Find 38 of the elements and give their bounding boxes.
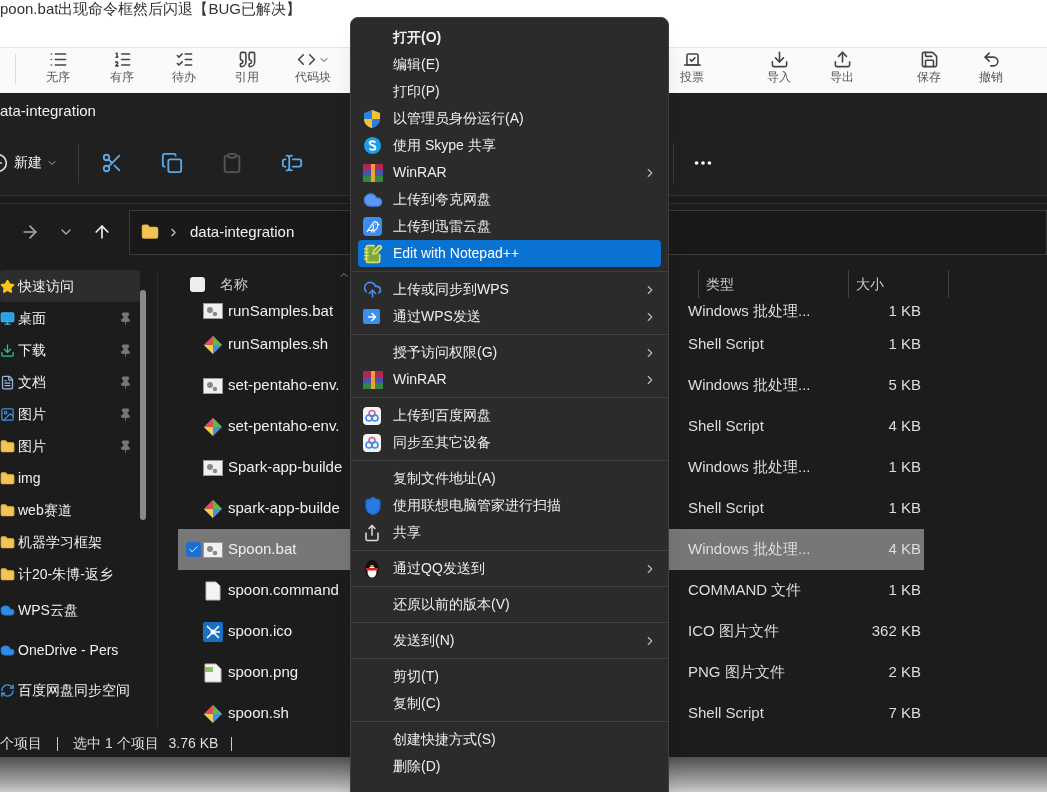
file-type: Shell Script	[688, 416, 765, 437]
status-text: 选中 1 个项目	[73, 734, 159, 753]
file-type: Shell Script	[688, 498, 765, 519]
file-name: spoon.ico	[228, 621, 293, 642]
file-size: 1 KB	[887, 498, 921, 519]
article-title: poon.bat出现命令框然后闪退【BUG已解决】	[0, 0, 301, 18]
status-text: 个项目	[0, 734, 42, 753]
file-type: Windows 批处理...	[688, 457, 812, 478]
file-type: Shell Script	[688, 334, 765, 355]
file-name: Spoon.bat	[228, 539, 297, 560]
file-name: set-pentaho-env.	[228, 416, 340, 437]
file-name: runSamples.sh	[228, 334, 329, 355]
file-size: 362 KB	[870, 621, 921, 642]
file-name: spoon.sh	[228, 703, 289, 724]
file-size: 7 KB	[887, 703, 921, 724]
file-type: ICO 图片文件	[688, 621, 780, 642]
file-type: Windows 批处理...	[688, 375, 812, 396]
file-size: 5 KB	[887, 375, 921, 396]
file-size: 2 KB	[887, 662, 921, 683]
file-size: 4 KB	[887, 416, 921, 437]
file-size: 1 KB	[887, 334, 921, 355]
file-size: 1 KB	[887, 457, 921, 478]
status-text: 3.76 KB	[168, 734, 219, 753]
file-size: 1 KB	[887, 300, 921, 321]
file-name: set-pentaho-env.	[228, 375, 340, 396]
file-name: runSamples.bat	[228, 300, 334, 321]
file-name: spoon.png	[228, 662, 299, 683]
file-type: Windows 批处理...	[688, 300, 812, 321]
file-type: Windows 批处理...	[688, 539, 812, 560]
file-name: spark-app-builde	[228, 498, 340, 519]
file-size: 4 KB	[887, 539, 921, 560]
file-name: spoon.command	[228, 580, 339, 601]
file-name: Spark-app-builde	[228, 457, 343, 478]
window-title: ata-integration	[0, 101, 96, 122]
file-size: 1 KB	[887, 580, 921, 601]
file-type: COMMAND 文件	[688, 580, 803, 601]
file-type: PNG 图片文件	[688, 662, 786, 683]
file-type: Shell Script	[688, 703, 765, 724]
